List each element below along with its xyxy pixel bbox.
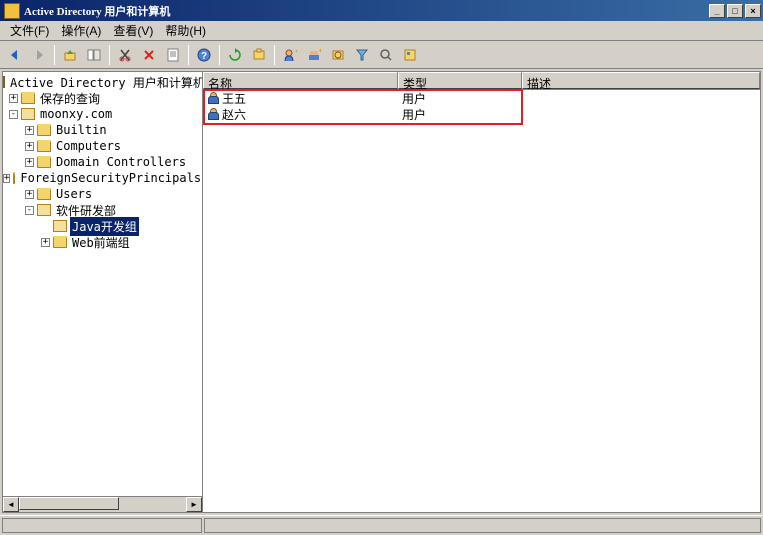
tree-label: Domain Controllers — [54, 154, 188, 170]
tree-computers[interactable]: + Computers — [3, 138, 202, 154]
expander-icon[interactable]: - — [25, 206, 34, 215]
expander-icon[interactable]: + — [9, 94, 18, 103]
column-name[interactable]: 名称 — [203, 72, 398, 89]
expander-icon[interactable]: + — [25, 126, 34, 135]
find-button[interactable] — [375, 44, 397, 66]
console-root-icon — [3, 76, 5, 88]
menu-help[interactable]: 帮助(H) — [159, 20, 212, 41]
menu-view[interactable]: 查看(V) — [107, 20, 159, 41]
filter-button[interactable] — [351, 44, 373, 66]
window-title: Active Directory 用户和计算机 — [24, 3, 709, 19]
folder-icon — [13, 172, 15, 184]
delete-button[interactable] — [138, 44, 160, 66]
cell-name: 王五 — [222, 90, 246, 107]
ou-icon — [53, 220, 67, 232]
column-desc[interactable]: 描述 — [522, 72, 760, 89]
list-row[interactable]: 王五 用户 — [203, 90, 760, 106]
expander-icon[interactable]: + — [3, 174, 10, 183]
help-button[interactable]: ? — [193, 44, 215, 66]
tree-label: moonxy.com — [38, 106, 114, 122]
cell-type: 用户 — [398, 106, 522, 123]
statusbar — [0, 515, 763, 535]
list-body[interactable]: 王五 用户 赵六 用户 — [203, 90, 760, 512]
svg-text:✦: ✦ — [318, 48, 321, 55]
show-hide-button[interactable] — [83, 44, 105, 66]
domain-icon — [21, 108, 35, 120]
cell-name: 赵六 — [222, 106, 246, 123]
svg-text:✦: ✦ — [294, 48, 297, 56]
properties-button[interactable] — [162, 44, 184, 66]
scroll-left-button[interactable]: ◄ — [3, 497, 19, 512]
tree-saved-queries[interactable]: + 保存的查询 — [3, 90, 202, 106]
column-type[interactable]: 类型 — [398, 72, 522, 89]
scroll-thumb[interactable] — [19, 497, 119, 510]
scroll-right-button[interactable]: ► — [186, 497, 202, 512]
maximize-button[interactable]: □ — [727, 4, 743, 18]
ou-icon — [53, 236, 67, 248]
tree[interactable]: Active Directory 用户和计算机 + 保存的查询 - moonxy… — [3, 72, 202, 252]
svg-text:?: ? — [201, 51, 207, 62]
folder-icon — [37, 156, 51, 168]
tree-root[interactable]: Active Directory 用户和计算机 — [3, 74, 202, 90]
folder-icon — [37, 140, 51, 152]
list-header: 名称 类型 描述 — [203, 72, 760, 90]
expander-icon[interactable]: - — [9, 110, 18, 119]
cell-type: 用户 — [398, 90, 522, 107]
user-icon — [207, 92, 219, 104]
expander-icon[interactable]: + — [25, 158, 34, 167]
status-left — [2, 518, 202, 533]
expander-icon[interactable]: + — [41, 238, 50, 247]
titlebar: Active Directory 用户和计算机 _ □ × — [0, 0, 763, 21]
menu-file[interactable]: 文件(F) — [4, 20, 55, 41]
menubar: 文件(F) 操作(A) 查看(V) 帮助(H) — [0, 21, 763, 41]
expander-icon[interactable]: + — [25, 142, 34, 151]
tree-web-group[interactable]: + Web前端组 — [3, 234, 202, 250]
menu-action[interactable]: 操作(A) — [55, 20, 107, 41]
scroll-track[interactable] — [19, 497, 186, 512]
tree-scrollbar[interactable]: ◄ ► — [3, 496, 202, 512]
tree-builtin[interactable]: + Builtin — [3, 122, 202, 138]
tree-label: Builtin — [54, 122, 109, 138]
tree-label: ForeignSecurityPrincipals — [18, 170, 202, 186]
toolbar: ? ✦ ✦ — [0, 41, 763, 69]
tree-fsp[interactable]: + ForeignSecurityPrincipals — [3, 170, 202, 186]
minimize-button[interactable]: _ — [709, 4, 725, 18]
list-pane: 名称 类型 描述 王五 用户 赵六 用户 — [203, 72, 760, 512]
tree-label: Computers — [54, 138, 123, 154]
tree-domain-controllers[interactable]: + Domain Controllers — [3, 154, 202, 170]
new-user-button[interactable]: ✦ — [279, 44, 301, 66]
list-row[interactable]: 赵六 用户 — [203, 106, 760, 122]
folder-icon — [37, 188, 51, 200]
folder-icon — [21, 92, 35, 104]
main-area: Active Directory 用户和计算机 + 保存的查询 - moonxy… — [2, 71, 761, 513]
container-button[interactable] — [248, 44, 270, 66]
refresh-button[interactable] — [224, 44, 246, 66]
expander-icon[interactable]: + — [25, 190, 34, 199]
tree-label: 保存的查询 — [38, 89, 102, 108]
new-group-button[interactable]: ✦ — [303, 44, 325, 66]
add-criteria-button[interactable] — [399, 44, 421, 66]
app-icon — [4, 3, 20, 19]
tree-pane: Active Directory 用户和计算机 + 保存的查询 - moonxy… — [3, 72, 203, 512]
forward-button[interactable] — [28, 44, 50, 66]
cut-button[interactable] — [114, 44, 136, 66]
user-icon — [207, 108, 219, 120]
folder-icon — [37, 124, 51, 136]
back-button[interactable] — [4, 44, 26, 66]
tree-label: Web前端组 — [70, 233, 132, 252]
status-right — [204, 518, 761, 533]
up-button[interactable] — [59, 44, 81, 66]
tree-domain[interactable]: - moonxy.com — [3, 106, 202, 122]
ou-icon — [37, 204, 51, 216]
close-button[interactable]: × — [745, 4, 761, 18]
new-ou-button[interactable] — [327, 44, 349, 66]
